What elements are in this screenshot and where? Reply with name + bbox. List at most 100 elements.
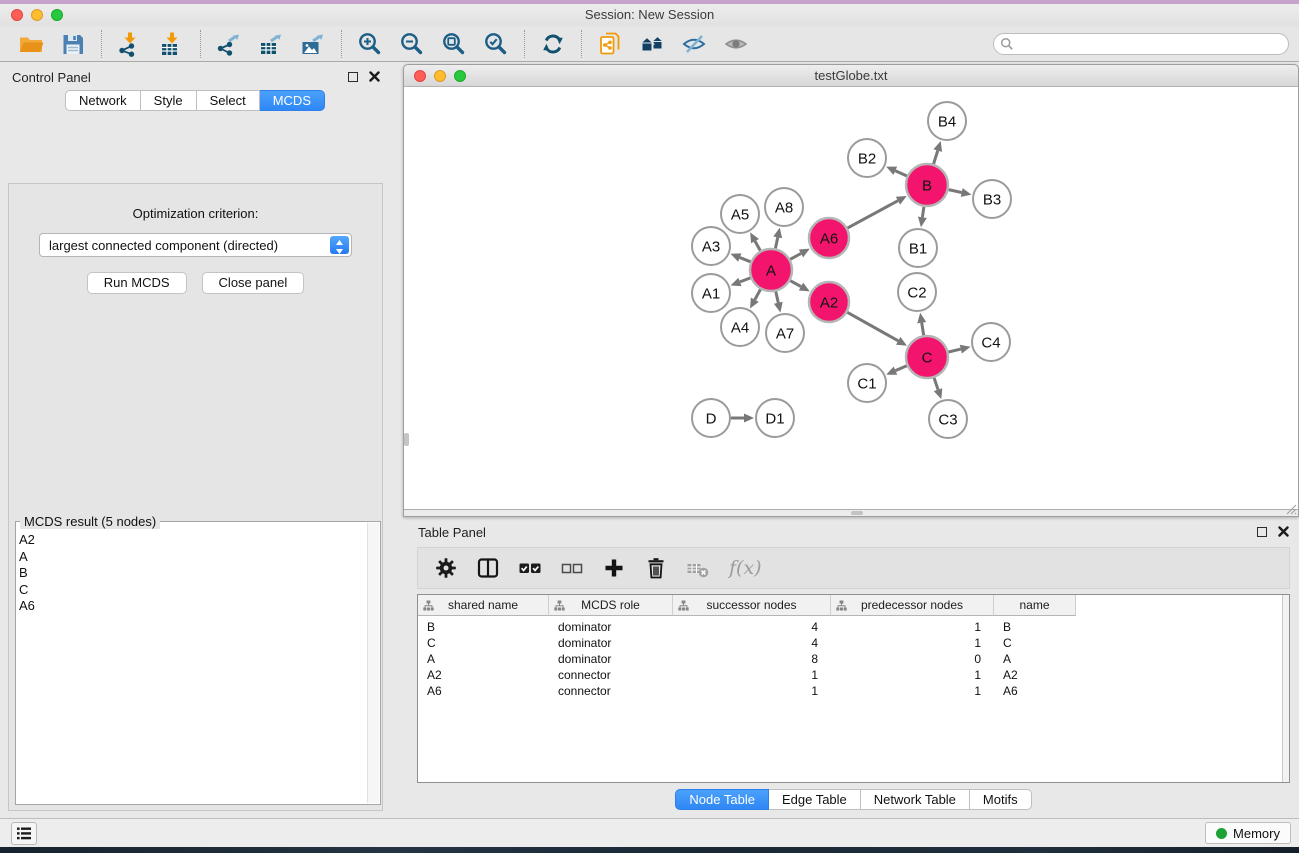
cell-name[interactable]: A [994,651,1076,667]
zoom-selected-button[interactable] [481,29,511,59]
network-overview-button[interactable] [637,29,667,59]
column-header-shared-name[interactable]: shared name [418,595,549,616]
close-panel-button[interactable]: Close panel [202,272,305,294]
graph-edge-A2-C[interactable] [847,312,898,341]
cell-shared-name[interactable]: B [418,619,549,635]
graph-edge-A-A3[interactable] [740,258,751,262]
cell-predecessor-nodes[interactable]: 0 [831,651,994,667]
graph-edge-A6-B[interactable] [847,201,898,228]
table-tab-motifs[interactable]: Motifs [970,789,1032,810]
hide-graphics-details-button[interactable] [679,29,709,59]
graph-edge-A-A1[interactable] [740,278,751,282]
tab-network[interactable]: Network [65,90,141,111]
table-row[interactable]: Adominator80A [418,651,1289,667]
graph-edge-C-C3[interactable] [934,378,938,390]
cell-name[interactable]: B [994,619,1076,635]
graph-edge-B-B3[interactable] [949,190,962,193]
table-tab-edge-table[interactable]: Edge Table [769,789,861,810]
graph-edge-B-B2[interactable] [895,171,907,176]
select-all-columns-button[interactable] [515,553,545,583]
graph-edge-A-A2[interactable] [790,281,801,287]
function-builder-button[interactable]: f(x) [729,557,762,579]
graph-edge-C-C2[interactable] [922,323,924,336]
cell-MCDS-role[interactable]: connector [549,683,673,699]
zoom-in-button[interactable] [355,29,385,59]
table-options-button[interactable] [431,553,461,583]
cell-shared-name[interactable]: A2 [418,667,549,683]
result-item[interactable]: B [19,565,366,582]
table-tab-network-table[interactable]: Network Table [861,789,970,810]
import-network-button[interactable] [115,29,145,59]
float-table-panel-icon[interactable] [1257,527,1267,537]
column-header-successor-nodes[interactable]: successor nodes [673,595,831,616]
cell-MCDS-role[interactable]: dominator [549,635,673,651]
graph-edge-B-B4[interactable] [934,151,938,164]
table-row[interactable]: Cdominator41C [418,635,1289,651]
export-image-button[interactable] [298,29,328,59]
cell-predecessor-nodes[interactable]: 1 [831,619,994,635]
search-input[interactable] [993,33,1289,55]
create-column-button[interactable] [599,553,629,583]
task-history-button[interactable] [11,822,37,845]
cell-shared-name[interactable]: A [418,651,549,667]
cell-successor-nodes[interactable]: 4 [673,619,831,635]
resize-grip-icon[interactable] [1284,502,1297,515]
result-item[interactable]: C [19,582,366,599]
table-scrollbar[interactable] [1282,595,1289,782]
cell-shared-name[interactable]: C [418,635,549,651]
criterion-select[interactable]: largest connected component (directed) [39,233,352,257]
table-row[interactable]: A6connector11A6 [418,683,1289,699]
close-table-panel-icon[interactable] [1278,526,1289,537]
zoom-fit-button[interactable] [439,29,469,59]
column-header-predecessor-nodes[interactable]: predecessor nodes [831,595,994,616]
graph-edge-A-A4[interactable] [755,289,761,299]
delete-table-button[interactable] [683,553,713,583]
graph-edge-C-C1[interactable] [895,366,906,371]
graph-edge-B-B1[interactable] [922,207,924,218]
column-header-MCDS-role[interactable]: MCDS role [549,595,673,616]
column-header-name[interactable]: name [994,595,1076,616]
zoom-out-button[interactable] [397,29,427,59]
show-graphics-details-button[interactable] [721,29,751,59]
cell-MCDS-role[interactable]: connector [549,667,673,683]
export-table-button[interactable] [256,29,286,59]
import-table-button[interactable] [157,29,187,59]
cell-successor-nodes[interactable]: 1 [673,667,831,683]
cell-shared-name[interactable]: A6 [418,683,549,699]
graph-edge-C-C4[interactable] [948,349,960,352]
table-tab-node-table[interactable]: Node Table [675,789,769,810]
float-panel-icon[interactable] [348,72,358,82]
apply-layout-button[interactable] [538,29,568,59]
tab-mcds[interactable]: MCDS [260,90,325,111]
open-network-file-button[interactable] [595,29,625,59]
graph-edge-A-A6[interactable] [790,253,801,259]
memory-button[interactable]: Memory [1205,822,1291,844]
graph-edge-A-A7[interactable] [776,291,779,302]
result-scrollbar[interactable] [367,523,379,803]
export-network-button[interactable] [214,29,244,59]
graph-edge-A-A8[interactable] [775,237,777,248]
delete-column-button[interactable] [641,553,671,583]
table-row[interactable]: A2connector11A2 [418,667,1289,683]
cell-predecessor-nodes[interactable]: 1 [831,683,994,699]
cell-predecessor-nodes[interactable]: 1 [831,635,994,651]
run-mcds-button[interactable]: Run MCDS [87,272,187,294]
cell-predecessor-nodes[interactable]: 1 [831,667,994,683]
tab-style[interactable]: Style [141,90,197,111]
close-panel-icon[interactable] [369,71,380,82]
cell-MCDS-role[interactable]: dominator [549,651,673,667]
cell-name[interactable]: C [994,635,1076,651]
graph-edge-A-A5[interactable] [755,241,760,251]
result-item[interactable]: A2 [19,532,366,549]
vertical-scrollbar-thumb[interactable] [404,433,409,446]
unselect-all-columns-button[interactable] [557,553,587,583]
open-session-button[interactable] [16,29,46,59]
tab-select[interactable]: Select [197,90,260,111]
cell-MCDS-role[interactable]: dominator [549,619,673,635]
cell-name[interactable]: A2 [994,667,1076,683]
save-session-button[interactable] [58,29,88,59]
result-item[interactable]: A [19,549,366,566]
cell-successor-nodes[interactable]: 1 [673,683,831,699]
show-column-button[interactable] [473,553,503,583]
result-item[interactable]: A6 [19,598,366,615]
